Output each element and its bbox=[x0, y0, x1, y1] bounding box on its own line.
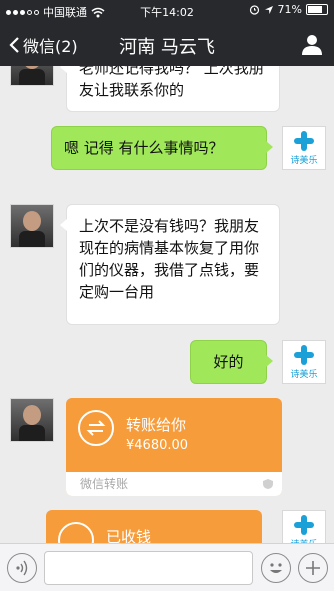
message-bubble[interactable]: 老师还记得我吗？ 上次我朋友让我联系你的 bbox=[60, 66, 280, 112]
transfer-amount: ¥4680.00 bbox=[126, 438, 189, 453]
message-bubble[interactable]: 嗯 记得 有什么事情吗？ bbox=[51, 126, 273, 170]
voice-button[interactable] bbox=[7, 553, 37, 583]
add-button[interactable] bbox=[298, 553, 328, 583]
emoji-button[interactable] bbox=[261, 553, 291, 583]
message-input[interactable] bbox=[44, 551, 253, 585]
chat-area: 老师还记得我吗？ 上次我朋友让我联系你的 嗯 记得 有什么事情吗？ 诗美乐 上次… bbox=[0, 66, 334, 543]
person-icon[interactable] bbox=[300, 32, 324, 56]
transfer-title: 转账给你 bbox=[126, 416, 187, 434]
cross-logo-icon bbox=[294, 345, 314, 365]
voice-icon bbox=[16, 560, 28, 576]
transfer-title: 已收钱 bbox=[106, 528, 152, 543]
message-bubble[interactable]: 好的 bbox=[190, 340, 273, 384]
contact-avatar[interactable] bbox=[10, 204, 54, 248]
input-bar bbox=[0, 543, 334, 591]
contact-avatar[interactable] bbox=[10, 398, 54, 442]
shield-icon bbox=[263, 479, 273, 489]
user-avatar[interactable]: 诗美乐 bbox=[282, 126, 326, 170]
battery-percent: 71% bbox=[277, 3, 302, 16]
transfer-check-icon bbox=[58, 522, 94, 543]
transfer-footer-label: 微信转账 bbox=[80, 477, 129, 491]
transfer-footer: 微信转账 bbox=[66, 472, 282, 496]
cross-logo-icon bbox=[294, 131, 314, 151]
user-avatar[interactable]: 诗美乐 bbox=[282, 510, 326, 543]
page-title: 河南 马云飞 bbox=[119, 37, 215, 58]
nav-bar: 微信(2) 河南 马云飞 bbox=[0, 22, 334, 66]
message-bubble[interactable]: 上次不是没有钱吗？我朋友现在的病情基本恢复了用你们的仪器，我借了点钱，要定购一台… bbox=[60, 204, 280, 325]
smiley-icon bbox=[270, 563, 282, 573]
contact-avatar[interactable] bbox=[10, 66, 54, 86]
status-bar: 中国联通 下午14:02 71% bbox=[0, 0, 334, 22]
user-avatar[interactable]: 诗美乐 bbox=[282, 340, 326, 384]
transfer-card[interactable]: 已收钱 bbox=[46, 510, 262, 543]
alarm-icon bbox=[249, 5, 259, 15]
transfer-card[interactable]: 转账给你 ¥4680.00 微信转账 bbox=[66, 398, 282, 496]
transfer-arrows-icon bbox=[78, 410, 114, 446]
plus-icon bbox=[306, 561, 320, 575]
cross-logo-icon bbox=[294, 515, 314, 535]
battery-icon bbox=[306, 4, 328, 15]
location-arrow-icon bbox=[264, 5, 273, 14]
